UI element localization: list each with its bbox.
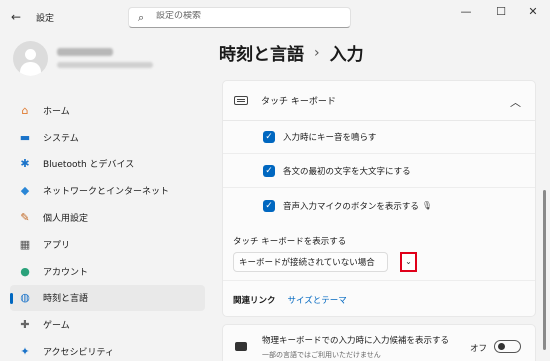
checkbox-voice-mic[interactable]: ✓ xyxy=(263,199,275,212)
search-box[interactable]: ⌕ xyxy=(128,7,351,28)
sidebar-nav: ⌂ ホーム ▬ システム ✱ Bluetooth とデバイス ◆ ネットワークと… xyxy=(10,97,205,361)
avatar-head-icon xyxy=(25,49,36,60)
show-keyboard-dropdown[interactable]: キーボードが接続されていない場合 xyxy=(233,252,388,272)
sidebar-item-label: アプリ xyxy=(43,240,71,251)
sidebar-item-label: ネットワークとインターネット xyxy=(43,187,170,198)
touch-keyboard-title: タッチ キーボード xyxy=(261,97,336,107)
sidebar-item-label: ゲーム xyxy=(43,321,70,332)
account-icon: ● xyxy=(20,264,30,278)
search-icon: ⌕ xyxy=(138,11,145,24)
sidebar-item-label: アカウント xyxy=(43,267,89,278)
toggle-state-label: オフ xyxy=(470,344,488,354)
sidebar-item-personalization[interactable]: ✎ 個人用設定 xyxy=(10,204,205,231)
minimize-button[interactable]: — xyxy=(451,4,481,20)
maximize-button[interactable]: ☐ xyxy=(486,4,516,20)
related-links-label: 関連リンク xyxy=(233,295,276,306)
option-label: 入力時にキー音を鳴らす xyxy=(283,133,377,143)
sidebar-item-accessibility[interactable]: ✦ アクセシビリティ xyxy=(10,338,205,361)
touch-keyboard-card: タッチ キーボード ︿ ✓ 入力時にキー音を鳴らす ✓ 各文の最初の文字を大文字… xyxy=(222,80,536,317)
sidebar-item-bluetooth[interactable]: ✱ Bluetooth とデバイス xyxy=(10,151,205,178)
show-touch-keyboard-label: タッチ キーボードを表示する xyxy=(233,237,347,247)
avatar[interactable] xyxy=(13,41,48,76)
breadcrumb-parent[interactable]: 時刻と言語 xyxy=(219,40,304,65)
option-label: 音声入力マイクのボタンを表示する xyxy=(283,201,419,212)
microphone-icon: 🎙 xyxy=(421,201,432,210)
sidebar-item-label: 個人用設定 xyxy=(43,214,89,225)
checkbox-capitalize[interactable]: ✓ xyxy=(263,165,275,177)
breadcrumb: 時刻と言語 › 入力 xyxy=(219,40,364,66)
bluetooth-icon: ✱ xyxy=(20,157,30,171)
sidebar-item-system[interactable]: ▬ システム xyxy=(10,124,205,151)
checkbox-key-sound[interactable]: ✓ xyxy=(263,131,275,143)
sidebar-item-apps[interactable]: ▦ アプリ xyxy=(10,231,205,258)
physical-keyboard-card: 物理キーボードでの入力時に入力候補を表示する 一部の言語ではご利用いただけません… xyxy=(222,324,536,361)
gamepad-icon: ✚ xyxy=(20,318,30,332)
app-title: 設定 xyxy=(36,14,55,24)
option-voice-mic[interactable]: ✓ 音声入力マイクのボタンを表示する 🎙 xyxy=(223,189,535,222)
globe-clock-icon: ◍ xyxy=(20,291,30,305)
dropdown-value: キーボードが接続されていない場合 xyxy=(239,258,375,268)
profile-name-blurred xyxy=(57,48,113,56)
option-key-sound[interactable]: ✓ 入力時にキー音を鳴らす xyxy=(223,121,535,154)
touch-keyboard-header[interactable]: タッチ キーボード ︿ xyxy=(223,81,535,121)
avatar-body-icon xyxy=(20,62,41,76)
text-suggestions-toggle[interactable] xyxy=(494,340,521,353)
sidebar-item-time-language[interactable]: ◍ 時刻と言語 xyxy=(10,284,205,312)
keyboard-icon xyxy=(234,96,248,105)
sidebar-item-gaming[interactable]: ✚ ゲーム xyxy=(10,311,205,338)
sidebar-item-home[interactable]: ⌂ ホーム xyxy=(10,97,205,124)
option-label: 各文の最初の文字を大文字にする xyxy=(283,167,411,177)
breadcrumb-separator-icon: › xyxy=(314,44,320,61)
chevron-up-icon[interactable]: ︿ xyxy=(510,94,521,110)
monitor-icon: ▬ xyxy=(19,130,31,144)
sidebar-item-network[interactable]: ◆ ネットワークとインターネット xyxy=(10,177,205,204)
sidebar-item-accounts[interactable]: ● アカウント xyxy=(10,258,205,285)
brush-icon: ✎ xyxy=(20,211,30,225)
apps-icon: ▦ xyxy=(19,237,31,251)
physical-keyboard-title: 物理キーボードでの入力時に入力候補を表示する xyxy=(262,336,450,346)
sidebar-item-label: アクセシビリティ xyxy=(43,348,115,359)
sidebar-item-label: 時刻と言語 xyxy=(43,294,89,305)
option-capitalize[interactable]: ✓ 各文の最初の文字を大文字にする xyxy=(223,155,535,188)
profile-email-blurred xyxy=(57,62,153,68)
title-bar: ← 設定 ⌕ — ☐ ✕ xyxy=(0,0,550,34)
accessibility-icon: ✦ xyxy=(20,345,30,359)
show-touch-keyboard-row: タッチ キーボードを表示する キーボードが接続されていない場合 ⌄ xyxy=(223,225,535,281)
sidebar-item-label: システム xyxy=(43,133,79,144)
keyboard-icon xyxy=(235,342,247,351)
close-button[interactable]: ✕ xyxy=(518,4,548,20)
back-arrow-icon[interactable]: ← xyxy=(8,9,24,25)
home-icon: ⌂ xyxy=(21,103,29,117)
scrollbar[interactable] xyxy=(543,190,546,350)
page-title: 入力 xyxy=(329,45,364,65)
sidebar-item-label: Bluetooth とデバイス xyxy=(43,160,135,171)
chevron-down-icon[interactable]: ⌄ xyxy=(400,252,417,272)
size-theme-link[interactable]: サイズとテーマ xyxy=(288,294,347,306)
related-links: 関連リンク サイズとテーマ xyxy=(223,282,535,317)
sidebar-item-label: ホーム xyxy=(43,106,70,117)
search-input[interactable] xyxy=(156,11,336,21)
physical-keyboard-subtitle: 一部の言語ではご利用いただけません xyxy=(262,351,381,359)
wifi-icon: ◆ xyxy=(20,184,30,198)
